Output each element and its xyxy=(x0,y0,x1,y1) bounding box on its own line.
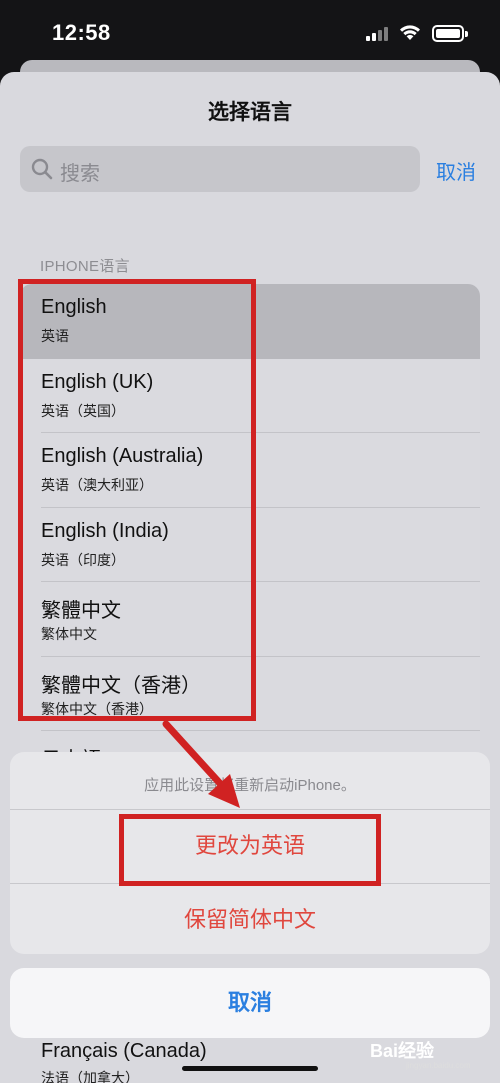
language-subtitle: 法语（加拿大） xyxy=(41,1070,139,1083)
section-header: IPHONE语言 xyxy=(40,258,130,275)
annotation-box-languages xyxy=(18,279,256,721)
watermark-logo: Bai经验 jingyan.baidu.com xyxy=(370,1037,490,1077)
status-time: 12:58 xyxy=(52,20,111,45)
battery-icon xyxy=(432,25,468,42)
watermark-brand: Bai经验 xyxy=(370,1041,435,1061)
home-indicator xyxy=(182,1066,318,1071)
language-name: Français (Canada) xyxy=(41,1040,207,1062)
watermark-url: jingyan.baidu.com xyxy=(406,1061,471,1070)
annotation-box-change-button xyxy=(119,814,381,886)
cancel-button[interactable]: 取消 xyxy=(10,968,490,1038)
sheet-title: 选择语言 xyxy=(208,101,292,124)
keep-simplified-chinese-button[interactable]: 保留简体中文 xyxy=(10,884,490,954)
wifi-icon xyxy=(400,25,420,40)
status-bar: 12:58 xyxy=(0,0,500,66)
annotation-arrow-icon xyxy=(162,720,240,808)
search-icon xyxy=(31,158,53,180)
search-placeholder: 搜索 xyxy=(60,163,100,185)
search-cancel-button[interactable]: 取消 xyxy=(436,156,476,185)
cellular-signal-icon xyxy=(366,26,390,41)
search-input[interactable]: 搜索 xyxy=(20,146,420,192)
